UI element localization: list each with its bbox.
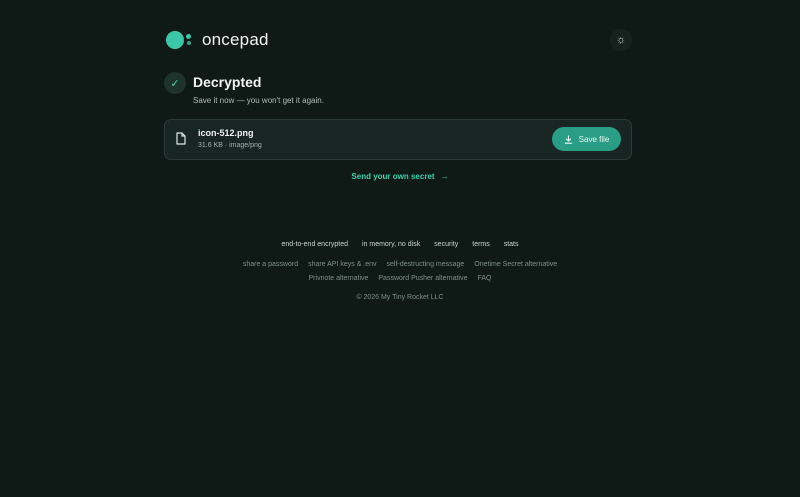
footer-link[interactable]: in memory, no disk — [362, 241, 420, 248]
footer-link[interactable]: Password Pusher alternative — [378, 275, 467, 282]
file-icon — [176, 132, 186, 145]
file-meta: 31.6 KB · image/png — [198, 142, 262, 149]
footer-link[interactable]: Onetime Secret alternative — [474, 261, 557, 268]
file-card: icon-512.png 31.6 KB · image/png Save fi… — [164, 119, 632, 160]
footer-link[interactable]: end-to-end encrypted — [281, 241, 348, 248]
header: oncepad ☼ — [166, 29, 632, 52]
footer-link[interactable]: share API keys & .env — [308, 261, 376, 268]
check-icon: ✓ — [164, 72, 186, 94]
footer-link-faq[interactable]: FAQ — [477, 275, 491, 282]
arrow-right-icon: → — [440, 172, 449, 181]
theme-toggle-button[interactable]: ☼ — [610, 29, 632, 51]
status-title: Decrypted — [193, 74, 262, 90]
logo[interactable]: oncepad — [166, 30, 269, 50]
footer-features: end-to-end encrypted in memory, no disk … — [0, 241, 800, 248]
send-secret-link[interactable]: Send your own secret → — [0, 172, 800, 181]
footer-link-stats[interactable]: stats — [504, 241, 519, 248]
send-secret-label: Send your own secret — [351, 172, 435, 181]
copyright: © 2026 My Tiny Rocket LLC — [356, 294, 444, 301]
sun-icon: ☼ — [615, 34, 627, 46]
footer-link[interactable]: share a password — [243, 261, 298, 268]
footer-link[interactable]: Privnote alternative — [309, 275, 369, 282]
footer-alternatives: Privnote alternative Password Pusher alt… — [0, 275, 800, 282]
save-file-button[interactable]: Save file — [552, 127, 621, 151]
download-icon — [564, 135, 572, 144]
logo-icon — [166, 30, 196, 50]
footer-use-cases: share a password share API keys & .env s… — [0, 261, 800, 268]
save-file-label: Save file — [578, 134, 610, 144]
file-name: icon-512.png — [198, 128, 254, 138]
footer-link-security[interactable]: security — [434, 241, 458, 248]
footer-link[interactable]: self-destructing message — [387, 261, 465, 268]
brand-name: oncepad — [202, 30, 269, 49]
footer-link-terms[interactable]: terms — [472, 241, 490, 248]
status-subtitle: Save it now — you won't get it again. — [193, 96, 324, 105]
